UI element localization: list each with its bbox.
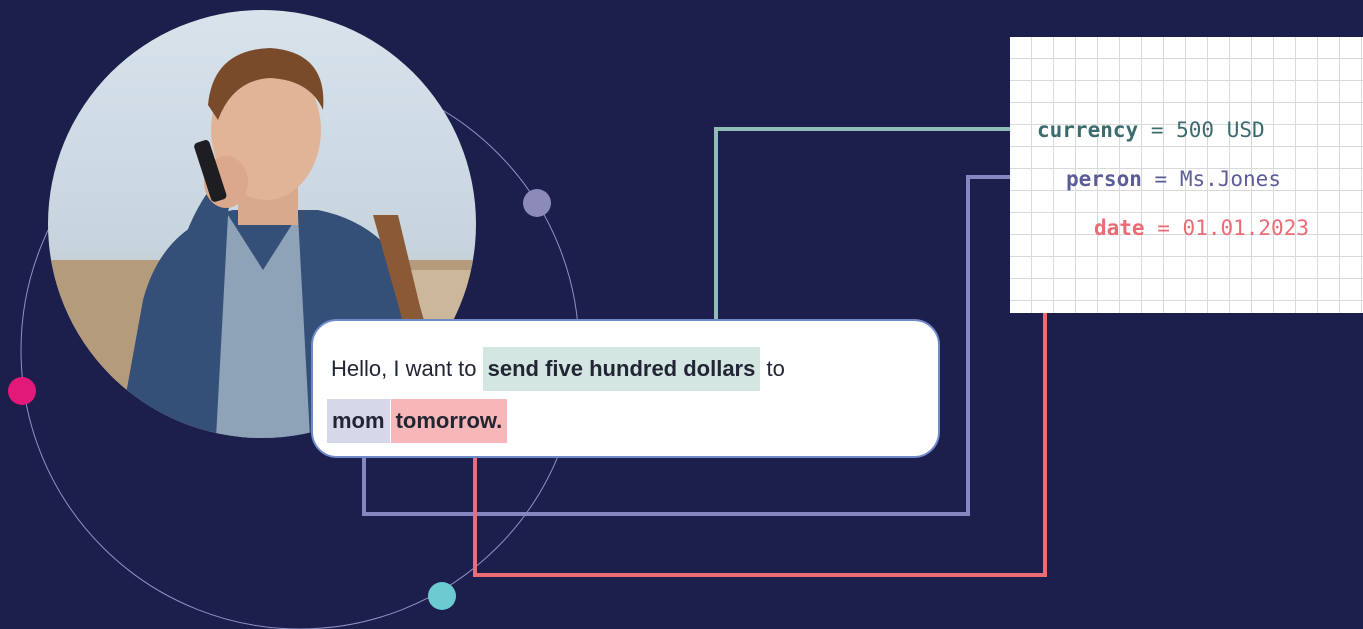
date-equals: = bbox=[1157, 216, 1170, 240]
currency-entity: currency = 500 USD bbox=[1037, 117, 1265, 143]
currency-equals: = bbox=[1150, 118, 1164, 142]
currency-key: currency bbox=[1037, 118, 1139, 142]
person-entity: person = Ms.Jones bbox=[1066, 166, 1281, 192]
message-connector: to bbox=[766, 356, 785, 381]
date-value: 01.01.2023 bbox=[1182, 216, 1309, 240]
message-prefix: Hello, I want to bbox=[331, 356, 477, 381]
person-highlight: mom bbox=[327, 399, 390, 443]
date-entity: date = 01.01.2023 bbox=[1094, 215, 1309, 241]
orbit-dot-magenta bbox=[8, 377, 36, 405]
date-key: date bbox=[1094, 216, 1145, 240]
message-line-1: Hello, I want to send five hundred dolla… bbox=[331, 347, 785, 391]
currency-connector bbox=[714, 127, 1024, 343]
date-highlight: tomorrow. bbox=[390, 399, 508, 443]
message-line-2: mom tomorrow. bbox=[327, 399, 508, 443]
orbit-dot-lavender bbox=[523, 189, 551, 217]
person-value: Ms.Jones bbox=[1179, 167, 1281, 191]
person-key: person bbox=[1066, 167, 1142, 191]
currency-value: 500 USD bbox=[1176, 118, 1265, 142]
speech-bubble: Hello, I want to send five hundred dolla… bbox=[311, 319, 940, 458]
amount-highlight: send five hundred dollars bbox=[482, 347, 761, 391]
person-equals: = bbox=[1154, 167, 1168, 191]
orbit-dot-teal bbox=[428, 582, 456, 610]
